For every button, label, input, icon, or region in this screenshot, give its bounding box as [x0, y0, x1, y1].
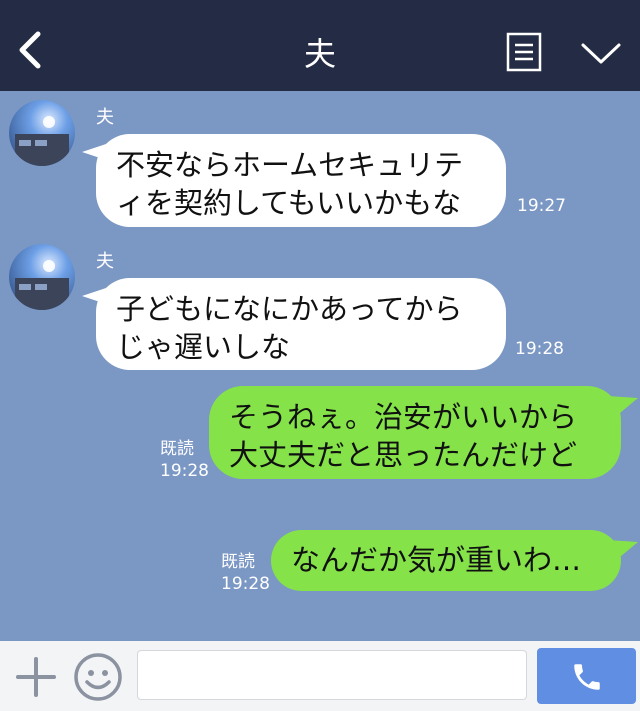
- plus-icon[interactable]: [14, 655, 58, 699]
- message-bubble[interactable]: なんだか気が重いわ…: [271, 530, 621, 591]
- message-line: なんだか気が重いわ…: [291, 543, 582, 577]
- message-line: じゃ遅いしな: [116, 330, 291, 364]
- phone-icon: [574, 664, 600, 690]
- read-receipt: 既読 19:28: [160, 438, 209, 482]
- smile-icon[interactable]: [73, 652, 123, 702]
- message-time: 19:28: [221, 574, 270, 594]
- chevron-down-icon[interactable]: [580, 40, 622, 68]
- message-time: 19:28: [160, 461, 209, 481]
- message-bubble[interactable]: 子どもになにかあってから じゃ遅いしな: [96, 278, 506, 370]
- message-line: 大丈夫だと思ったんだけど: [229, 438, 578, 472]
- message-line: 不安ならホームセキュリテ: [116, 148, 464, 182]
- message-input[interactable]: [137, 650, 527, 700]
- read-receipt: 既読 19:28: [221, 551, 270, 595]
- chat-title: 夫: [303, 35, 336, 73]
- read-label: 既読: [160, 439, 194, 459]
- message-bubble[interactable]: そうねぇ。治安がいいから 大丈夫だと思ったんだけど: [209, 386, 621, 479]
- chat-header: 夫: [0, 0, 640, 91]
- read-label: 既読: [221, 552, 255, 572]
- avatar[interactable]: [9, 100, 75, 166]
- message-bubble[interactable]: 不安ならホームセキュリテ ィを契約してもいいかもな: [96, 134, 506, 227]
- sender-name: 夫: [96, 251, 114, 272]
- message-line: ィを契約してもいいかもな: [116, 186, 462, 220]
- avatar[interactable]: [9, 244, 75, 310]
- call-button[interactable]: [537, 648, 636, 704]
- message-time: 19:28: [515, 339, 564, 359]
- input-bar: [0, 641, 640, 711]
- sender-name: 夫: [96, 107, 114, 128]
- message-line: 子どもになにかあってから: [116, 292, 463, 326]
- bubble-tail: [608, 396, 638, 418]
- message-line: そうねぇ。治安がいいから: [229, 400, 578, 434]
- bubble-tail: [608, 540, 638, 562]
- message-time: 19:27: [517, 196, 566, 216]
- list-icon[interactable]: [506, 32, 542, 72]
